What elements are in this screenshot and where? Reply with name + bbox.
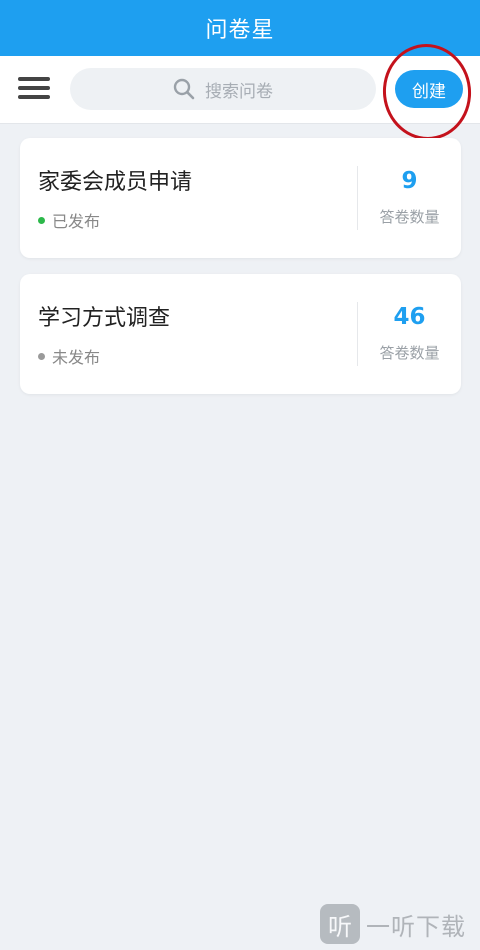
watermark: 听 一听下载	[320, 904, 470, 944]
search-icon	[173, 78, 195, 100]
survey-card[interactable]: 学习方式调查 未发布 46 答卷数量	[20, 274, 461, 394]
watermark-text: 一听下载	[366, 912, 466, 941]
response-count-label: 答卷数量	[379, 344, 440, 362]
response-count-label: 答卷数量	[379, 208, 440, 226]
create-button[interactable]: 创建	[395, 70, 463, 108]
app-screen: 问卷星 搜索问卷 创建 家委会成员申请 已发布 9 答卷数量 学习方式调查 未发…	[0, 0, 480, 950]
survey-status-label: 已发布	[52, 212, 101, 231]
response-count: 46	[393, 304, 426, 330]
survey-card[interactable]: 家委会成员申请 已发布 9 答卷数量	[20, 138, 461, 258]
toolbar: 搜索问卷 创建	[0, 56, 480, 124]
survey-status: 未发布	[38, 344, 100, 368]
unpublished-dot-icon	[38, 352, 45, 360]
survey-status-label: 未发布	[52, 348, 101, 367]
response-count: 9	[401, 168, 418, 194]
search-placeholder: 搜索问卷	[205, 81, 273, 102]
survey-title: 学习方式调查	[38, 306, 171, 331]
title-bar: 问卷星	[0, 0, 480, 56]
survey-title: 家委会成员申请	[38, 170, 193, 195]
published-dot-icon	[38, 216, 45, 224]
search-input[interactable]: 搜索问卷	[70, 68, 376, 110]
watermark-logo: 听	[320, 904, 360, 944]
app-title: 问卷星	[205, 18, 275, 43]
hamburger-menu-icon[interactable]	[18, 75, 50, 101]
survey-status: 已发布	[38, 208, 100, 232]
